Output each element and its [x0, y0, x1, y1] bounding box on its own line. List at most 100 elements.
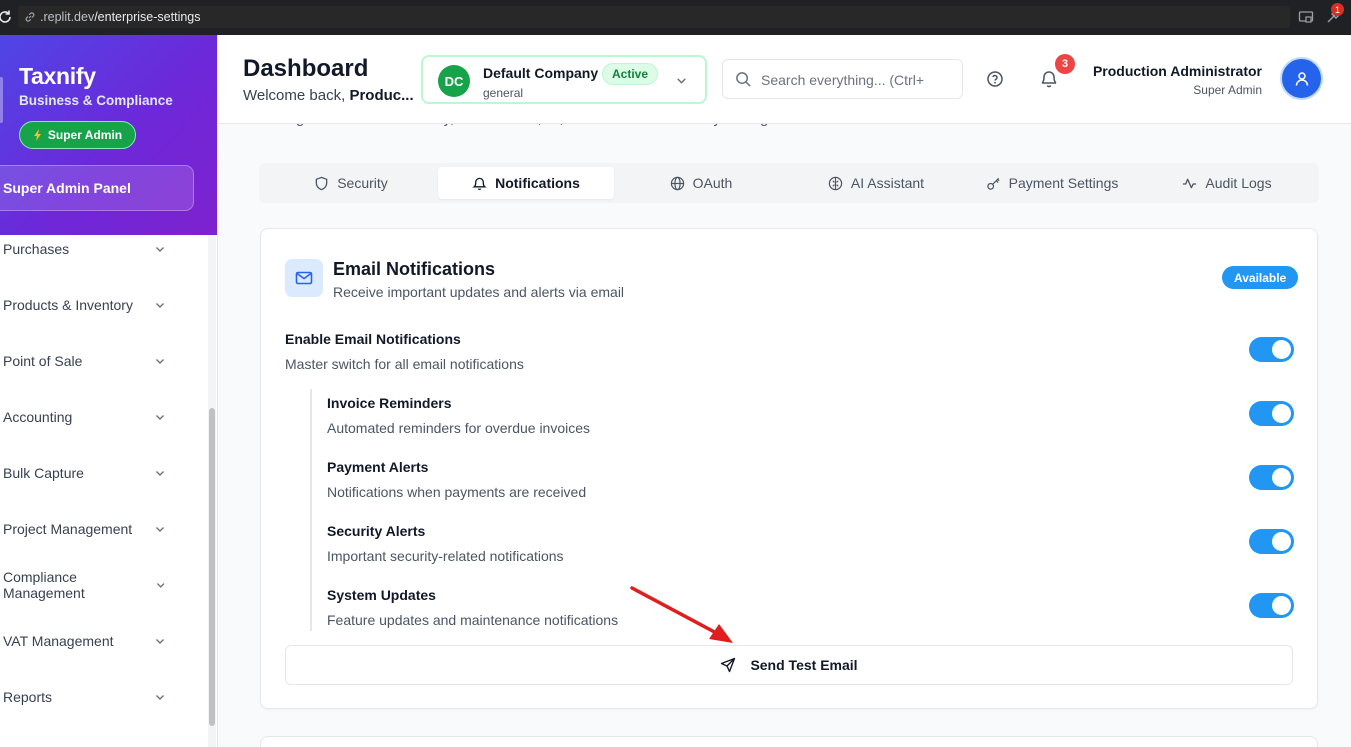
- sub-settings-divider: [310, 389, 312, 631]
- sidebar-item-point-of-sale[interactable]: Point of Sale: [0, 333, 210, 389]
- tab-label: Security: [337, 175, 388, 191]
- chevron-down-icon: [156, 303, 164, 308]
- security-alerts-label: Security Alerts: [327, 523, 426, 539]
- brain-icon: [828, 176, 843, 190]
- tab-label: Payment Settings: [1008, 175, 1119, 191]
- sidebar-scrollbar-thumb[interactable]: [209, 408, 215, 726]
- sidebar-item-accounting[interactable]: Accounting: [0, 389, 210, 445]
- extension-badge: 1: [1331, 3, 1344, 16]
- super-admin-label: Super Admin: [47, 128, 123, 142]
- settings-tabs: Security Notifications OAuth AI Assistan…: [259, 163, 1319, 203]
- payment-alerts-toggle[interactable]: [1249, 465, 1294, 490]
- search-icon: [736, 72, 751, 87]
- security-alerts-description: Important security-related notifications: [327, 548, 564, 564]
- company-name: Default Company: [483, 65, 599, 81]
- tab-ai-assistant[interactable]: AI Assistant: [788, 167, 964, 199]
- address-bar[interactable]: .replit.dev/enterprise-settings: [18, 6, 1290, 28]
- notification-count-badge: 3: [1055, 54, 1075, 74]
- company-avatar: DC: [438, 65, 470, 97]
- company-switcher[interactable]: DC Default Company Active general: [421, 55, 707, 104]
- tab-label: Audit Logs: [1205, 175, 1272, 191]
- welcome-prefix: Welcome back,: [243, 87, 350, 104]
- sidebar-item-label: Compliance Management: [3, 569, 85, 601]
- master-toggle-label: Enable Email Notifications: [285, 331, 461, 347]
- top-header: Dashboard Welcome back, Produc... DC Def…: [218, 35, 1351, 124]
- search-input[interactable]: [761, 69, 957, 91]
- url-text: .replit.dev/enterprise-settings: [40, 10, 201, 24]
- sidebar-item-label: Purchases: [3, 241, 70, 257]
- sidebar-item-label: Point of Sale: [3, 353, 83, 369]
- welcome-message: Welcome back, Produc...: [243, 87, 418, 104]
- user-name: Production Administrator: [1092, 63, 1262, 79]
- bell-icon: [472, 177, 487, 190]
- sidebar-item-project-management[interactable]: Project Management: [0, 501, 210, 557]
- chevron-down-icon: [156, 639, 164, 644]
- sidebar-item-label: Reports: [3, 689, 53, 705]
- key-icon: [986, 177, 1000, 190]
- send-test-email-label: Send Test Email: [750, 657, 858, 673]
- sidebar-item-label: VAT Management: [3, 633, 114, 649]
- system-updates-label: System Updates: [327, 587, 436, 603]
- user-icon: [1295, 71, 1308, 86]
- payment-alerts-description: Notifications when payments are received: [327, 484, 587, 500]
- brand-title[interactable]: Taxnify: [19, 63, 96, 90]
- card-description: Receive important updates and alerts via…: [333, 284, 625, 300]
- invoice-reminders-description: Automated reminders for overdue invoices: [327, 420, 591, 436]
- send-test-email-button[interactable]: Send Test Email: [285, 645, 1293, 685]
- sidebar-item-purchases[interactable]: Purchases: [0, 221, 210, 277]
- mail-icon: [295, 271, 313, 285]
- globe-icon: [670, 176, 684, 190]
- tab-label: OAuth: [692, 175, 733, 191]
- chevron-down-icon: [156, 527, 164, 532]
- email-master-toggle[interactable]: [1249, 337, 1294, 362]
- tab-notifications[interactable]: Notifications: [438, 167, 614, 199]
- sidebar-item-products-inventory[interactable]: Products & Inventory: [0, 277, 210, 333]
- system-updates-toggle[interactable]: [1249, 593, 1294, 618]
- tab-label: Notifications: [495, 175, 580, 191]
- page-title: Dashboard: [243, 55, 369, 82]
- chevron-down-icon: [156, 359, 164, 364]
- tab-security[interactable]: Security: [263, 167, 439, 199]
- brand-accent-bar: [0, 77, 3, 123]
- sidebar-item-label: Bulk Capture: [3, 465, 84, 481]
- reload-icon[interactable]: [0, 9, 13, 25]
- help-circle-icon[interactable]: [986, 70, 1004, 88]
- chevron-down-icon: [156, 247, 164, 252]
- bell-icon[interactable]: [1039, 69, 1059, 89]
- sidebar-item-label: Project Management: [3, 521, 133, 537]
- tab-audit-logs[interactable]: Audit Logs: [1139, 167, 1315, 199]
- super-admin-panel-link[interactable]: Super Admin Panel: [0, 165, 194, 211]
- cast-icon[interactable]: [1298, 9, 1314, 25]
- chevron-down-icon: [156, 583, 165, 588]
- link-icon: [25, 12, 35, 22]
- chevron-down-icon: [156, 695, 164, 700]
- next-settings-card: [260, 736, 1318, 747]
- brand-subtitle: Business & Compliance: [19, 93, 173, 108]
- sidebar-item-reports[interactable]: Reports: [0, 669, 210, 725]
- card-title: Email Notifications: [333, 259, 496, 279]
- chevron-down-icon: [156, 415, 164, 420]
- sidebar-item-vat-management[interactable]: VAT Management: [0, 613, 210, 669]
- sidebar-item-compliance-management[interactable]: Compliance Management: [0, 557, 210, 613]
- company-type: general: [483, 86, 524, 100]
- user-avatar[interactable]: [1280, 57, 1323, 100]
- super-admin-badge: Super Admin: [19, 121, 136, 149]
- user-role: Super Admin: [1193, 83, 1262, 97]
- sidebar: Taxnify Business & Compliance Super Admi…: [0, 35, 218, 747]
- security-alerts-toggle[interactable]: [1249, 529, 1294, 554]
- send-icon: [721, 657, 736, 673]
- tab-payment-settings[interactable]: Payment Settings: [964, 167, 1140, 199]
- tab-oauth[interactable]: OAuth: [613, 167, 789, 199]
- invoice-reminders-toggle[interactable]: [1249, 401, 1294, 426]
- welcome-name: Produc...: [349, 87, 414, 104]
- availability-badge: Available: [1222, 266, 1299, 289]
- chevron-down-icon: [677, 78, 686, 84]
- global-search[interactable]: [722, 59, 963, 99]
- payment-alerts-label: Payment Alerts: [327, 459, 429, 475]
- sidebar-item-bulk-capture[interactable]: Bulk Capture: [0, 445, 210, 501]
- sidebar-item-label: Products & Inventory: [3, 297, 133, 313]
- activity-icon: [1183, 178, 1197, 188]
- email-notifications-card: Email Notifications Receive important up…: [260, 228, 1318, 709]
- chevron-down-icon: [156, 471, 164, 476]
- sidebar-item-label: Accounting: [3, 409, 73, 425]
